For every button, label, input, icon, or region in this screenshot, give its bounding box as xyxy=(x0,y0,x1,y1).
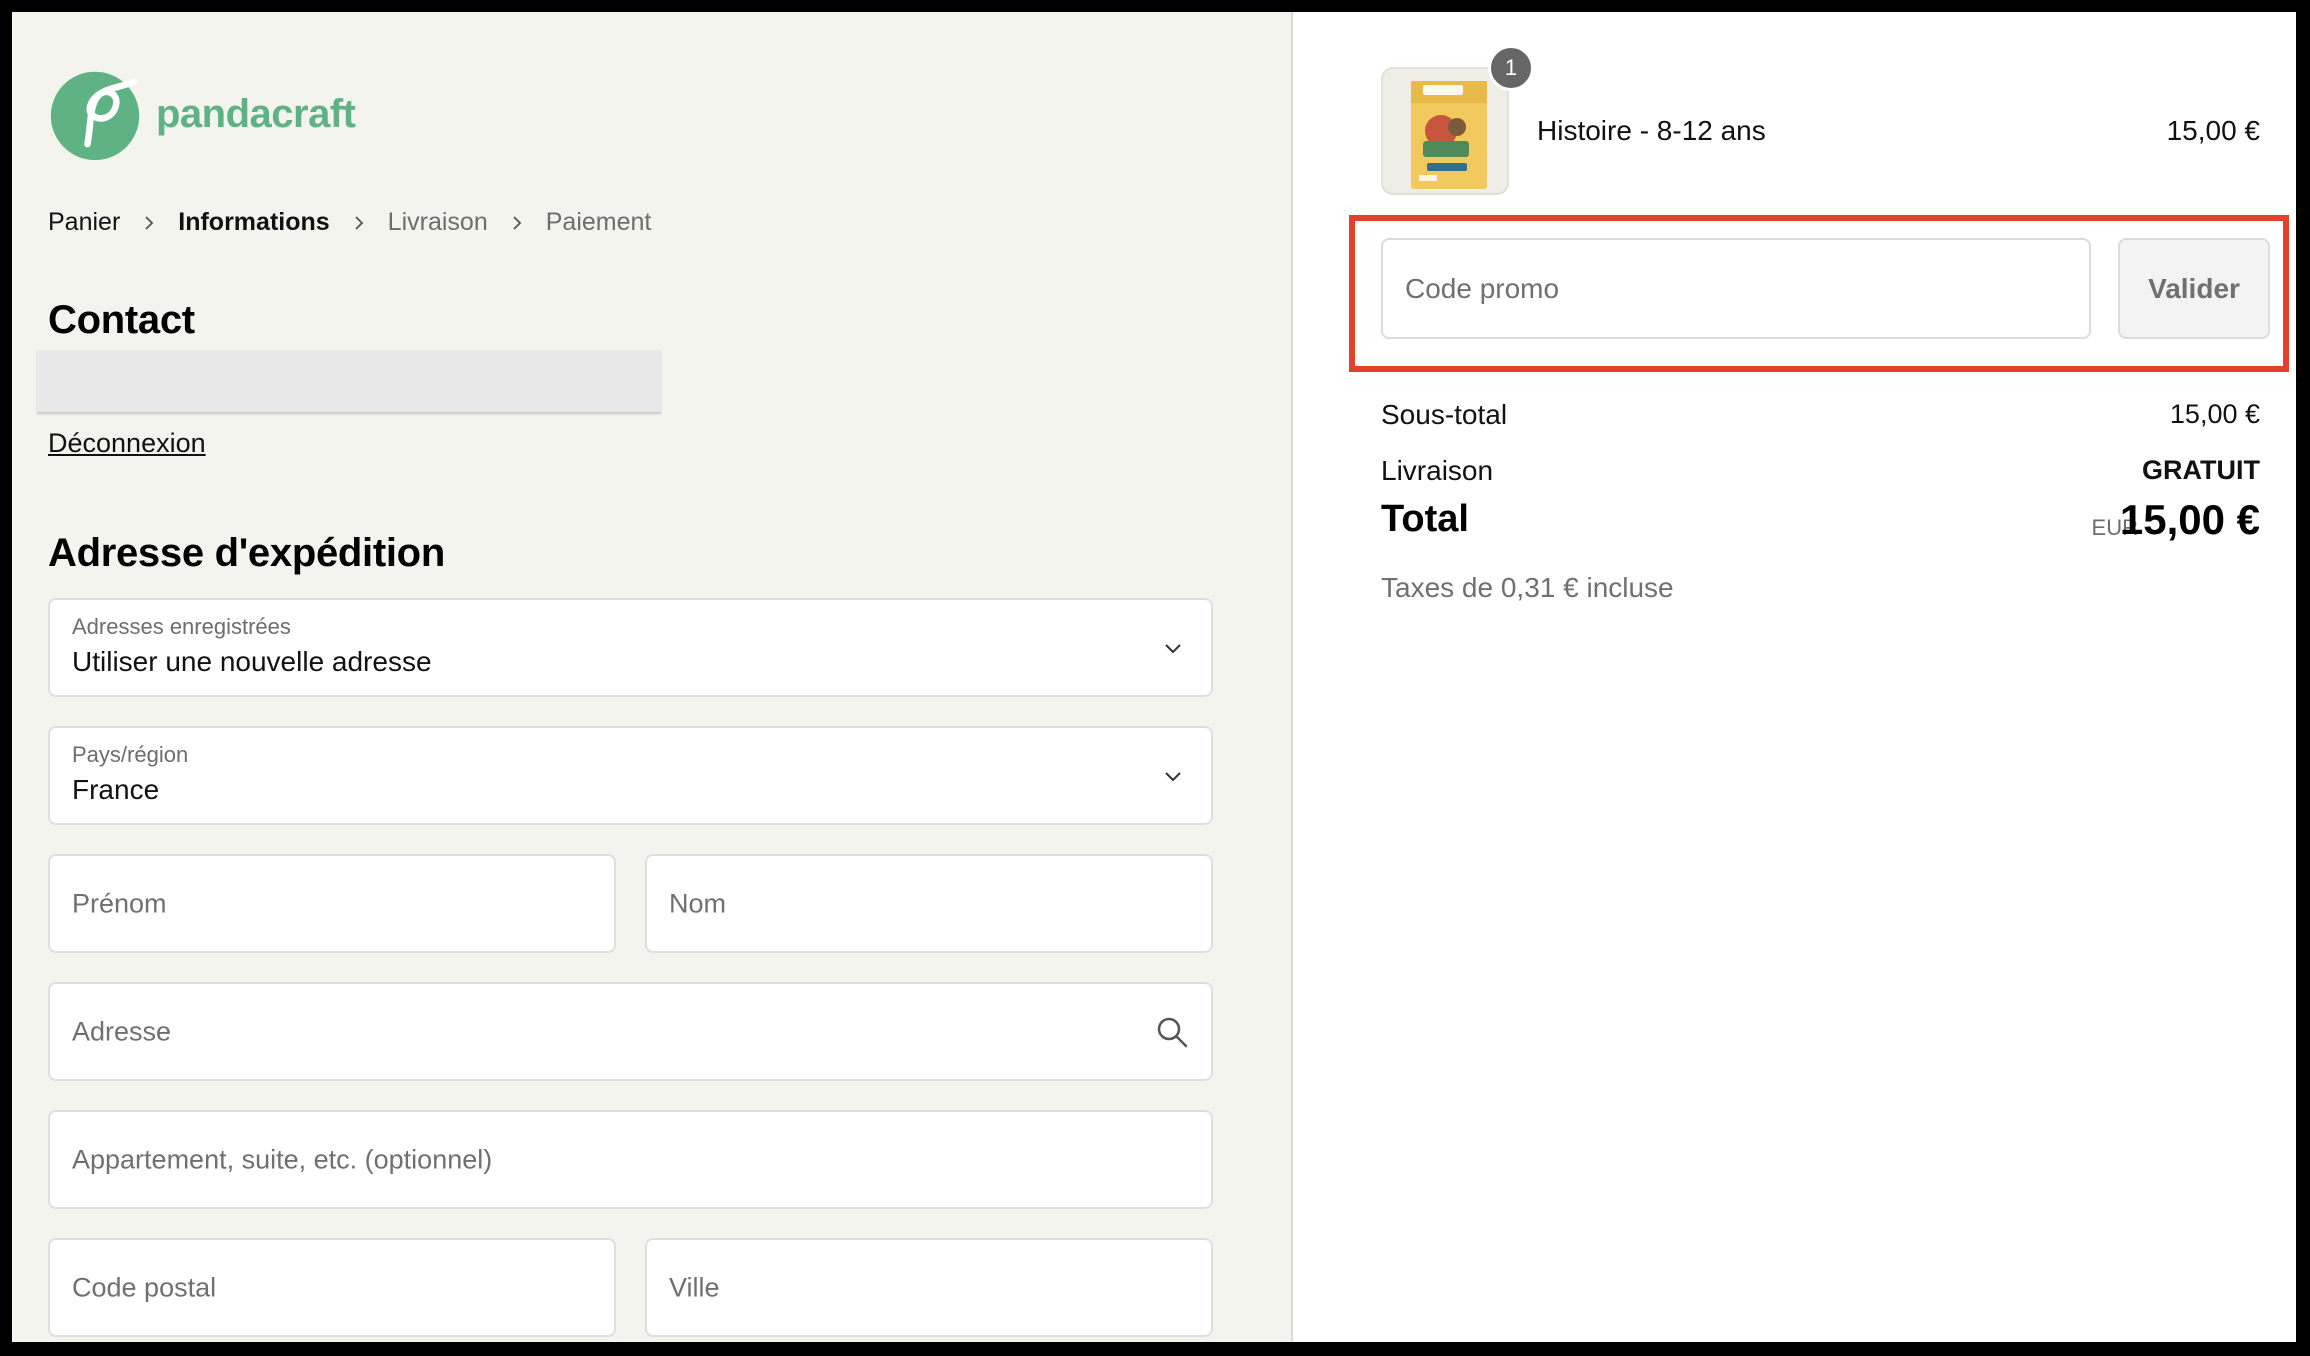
country-label: Pays/région xyxy=(72,742,189,767)
postal-code-field[interactable]: Code postal xyxy=(48,1238,616,1337)
promo-code-placeholder: Code promo xyxy=(1405,272,1560,304)
subtotal-label: Sous-total xyxy=(1381,399,1508,430)
checkout-window: pandacraft Panier Informations Livraison… xyxy=(12,12,2296,1342)
search-icon xyxy=(1157,1017,1188,1047)
apartment-placeholder: Appartement, suite, etc. (optionnel) xyxy=(72,1144,493,1174)
shipping-label: Livraison xyxy=(1381,455,1494,486)
product-cover-image xyxy=(1411,81,1487,189)
postal-code-placeholder: Code postal xyxy=(72,1272,217,1302)
checkout-form-panel: pandacraft Panier Informations Livraison… xyxy=(12,12,1291,1342)
product-thumbnail xyxy=(1381,67,1509,195)
pandacraft-logo-icon xyxy=(50,71,140,161)
shipping-value: GRATUIT xyxy=(2142,455,2260,485)
saved-addresses-value: Utiliser une nouvelle adresse xyxy=(72,646,432,677)
contact-info-box xyxy=(37,350,661,412)
subtotal-value: 15,00 € xyxy=(2169,399,2260,429)
product-price: 15,00 € xyxy=(2166,115,2260,146)
promo-code-input[interactable]: Code promo xyxy=(1381,238,2091,339)
breadcrumb-information: Informations xyxy=(178,208,330,236)
chevron-down-icon xyxy=(1165,643,1181,653)
brand-name: pandacraft xyxy=(156,91,356,136)
saved-addresses-label: Adresses enregistrées xyxy=(72,614,291,639)
shipping-address-heading: Adresse d'expédition xyxy=(48,531,445,575)
city-field[interactable]: Ville xyxy=(645,1238,1213,1337)
breadcrumb: Panier Informations Livraison Paiement xyxy=(48,208,651,237)
first-name-placeholder: Prénom xyxy=(72,888,167,918)
address-placeholder: Adresse xyxy=(72,1016,172,1046)
logout-link[interactable]: Déconnexion xyxy=(48,428,206,459)
apartment-field[interactable]: Appartement, suite, etc. (optionnel) xyxy=(48,1110,1213,1209)
chevron-down-icon xyxy=(1165,771,1181,781)
apply-promo-button[interactable]: Valider xyxy=(2118,238,2270,339)
brand-logo[interactable]: pandacraft xyxy=(48,67,356,161)
product-name: Histoire - 8-12 ans xyxy=(1537,115,1766,146)
saved-addresses-select[interactable]: Adresses enregistrées Utiliser une nouve… xyxy=(48,598,1213,697)
contact-heading: Contact xyxy=(48,298,195,342)
address-field[interactable]: Adresse xyxy=(48,982,1213,1081)
last-name-field[interactable]: Nom xyxy=(645,854,1213,953)
chevron-right-icon xyxy=(355,215,363,230)
breadcrumb-cart[interactable]: Panier xyxy=(48,208,120,237)
chevron-right-icon xyxy=(145,215,154,230)
total-label: Total xyxy=(1381,498,1469,540)
breadcrumb-shipping: Livraison xyxy=(387,208,488,236)
country-value: France xyxy=(72,774,160,805)
breadcrumb-payment: Paiement xyxy=(545,208,652,236)
taxes-note: Taxes de 0,31 € incluse xyxy=(1381,572,1674,603)
total-value: 15,00 € xyxy=(2119,496,2260,543)
order-summary-panel: 1 Histoire - 8-12 ans 15,00 € Code promo… xyxy=(1293,12,2296,1342)
city-placeholder: Ville xyxy=(669,1272,720,1302)
first-name-field[interactable]: Prénom xyxy=(48,854,616,953)
country-select[interactable]: Pays/région France xyxy=(48,726,1213,825)
quantity-badge: 1 xyxy=(1488,45,1534,91)
chevron-right-icon xyxy=(513,215,522,230)
last-name-placeholder: Nom xyxy=(669,888,727,918)
